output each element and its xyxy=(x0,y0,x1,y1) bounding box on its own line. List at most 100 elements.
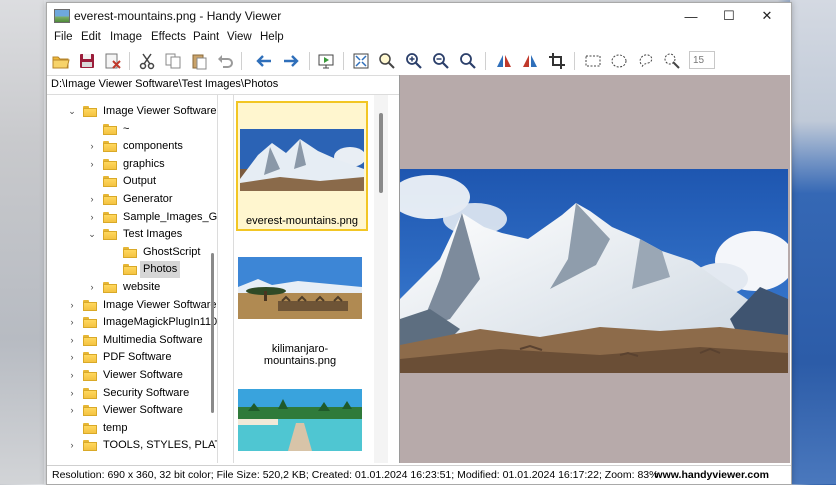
zoom-search-icon[interactable] xyxy=(376,50,398,72)
expand-chevron-icon[interactable]: › xyxy=(67,314,77,331)
path-bar[interactable]: D:\Image Viewer Software\Test Images\Pho… xyxy=(47,75,399,95)
magic-wand-icon[interactable] xyxy=(661,50,683,72)
delete-icon[interactable] xyxy=(102,50,124,72)
rect-select-icon[interactable] xyxy=(582,50,604,72)
flip-vertical-icon[interactable] xyxy=(519,50,541,72)
expand-chevron-icon[interactable]: › xyxy=(67,402,77,419)
expand-chevron-icon[interactable]: › xyxy=(67,332,77,349)
minimize-button[interactable]: — xyxy=(673,3,709,29)
save-icon[interactable] xyxy=(76,50,98,72)
background-left xyxy=(0,0,44,484)
current-path: D:\Image Viewer Software\Test Images\Pho… xyxy=(51,78,279,90)
tree-item-label: Image Viewer Software xyxy=(103,105,217,117)
forward-arrow-icon[interactable] xyxy=(280,50,302,72)
expand-chevron-icon[interactable]: › xyxy=(67,297,77,314)
thumbnail-panel[interactable]: everest-mountains.png kilimanjaro-mounta… xyxy=(233,95,400,463)
thumbnail-item[interactable] xyxy=(236,363,364,463)
zoom-actual-icon[interactable] xyxy=(457,50,479,72)
tree-item-label: Sample_Images_Ge xyxy=(123,210,218,223)
expand-chevron-icon[interactable]: › xyxy=(67,437,77,454)
close-button[interactable]: ✕ xyxy=(749,3,785,29)
menu-edit[interactable]: Edit xyxy=(81,31,101,43)
thumbnail-item[interactable]: everest-mountains.png xyxy=(236,101,368,231)
app-icon xyxy=(54,9,70,23)
tree-scrollbar[interactable] xyxy=(211,253,214,413)
expand-chevron-icon[interactable]: › xyxy=(67,385,77,402)
menu-paint[interactable]: Paint xyxy=(193,31,219,43)
menu-help[interactable]: Help xyxy=(260,31,284,43)
kilimanjaro-thumbnail-image xyxy=(238,257,362,319)
menu-file[interactable]: File xyxy=(54,31,73,43)
folder-icon xyxy=(103,282,117,293)
open-folder-icon[interactable] xyxy=(50,50,72,72)
tree-item-label: Output xyxy=(123,175,157,188)
menu-bar: File Edit Image Effects Paint View Help xyxy=(47,29,791,47)
title-bar: everest-mountains.png - Handy Viewer — ☐… xyxy=(47,3,791,29)
folder-icon xyxy=(83,317,97,329)
folder-icon xyxy=(83,370,97,381)
expand-chevron-icon[interactable]: › xyxy=(87,191,97,208)
tree-item-label: components xyxy=(123,140,183,153)
zoom-in-icon[interactable] xyxy=(403,50,425,72)
everest-main-image xyxy=(400,169,788,373)
folder-icon xyxy=(83,405,97,417)
fit-window-icon[interactable] xyxy=(350,50,372,72)
folder-icon xyxy=(83,299,97,311)
image-viewer[interactable] xyxy=(399,75,790,463)
collapse-chevron-icon[interactable]: ⌄ xyxy=(67,103,77,120)
thumbnail-scrollbar[interactable] xyxy=(379,113,383,193)
copy-icon[interactable] xyxy=(162,50,184,72)
back-arrow-icon[interactable] xyxy=(253,50,275,72)
zoom-out-icon[interactable] xyxy=(430,50,452,72)
folder-icon xyxy=(83,352,97,364)
expand-chevron-icon[interactable]: › xyxy=(87,156,97,173)
tree-item-label: GhostScript xyxy=(143,245,201,258)
expand-chevron-icon[interactable]: › xyxy=(87,279,97,296)
crop-icon[interactable] xyxy=(546,50,568,72)
beach-thumbnail-image xyxy=(238,389,362,451)
tree-item-label: Generator xyxy=(123,193,173,205)
undo-icon[interactable] xyxy=(214,50,236,72)
maximize-button[interactable]: ☐ xyxy=(711,3,747,29)
folder-icon xyxy=(103,123,117,135)
folder-icon xyxy=(103,229,117,241)
tree-item-label: website xyxy=(123,281,161,293)
folder-icon xyxy=(83,106,97,117)
tree-item-label: Viewer Software xyxy=(103,369,183,381)
tree-item-label: graphics xyxy=(123,157,165,170)
tree-item-label: Test Images xyxy=(123,228,183,241)
slideshow-icon[interactable] xyxy=(315,50,337,72)
tree-item-label: PDF Software xyxy=(103,351,172,364)
folder-icon xyxy=(103,176,117,188)
website-link[interactable]: www.handyviewer.com xyxy=(654,469,769,481)
tree-item-label: Viewer Software xyxy=(103,404,183,417)
tree-item-label: temp xyxy=(103,421,128,434)
background-right xyxy=(790,0,836,484)
flip-horizontal-icon[interactable] xyxy=(493,50,515,72)
folder-icon xyxy=(123,264,137,276)
tree-item-label: ~ xyxy=(123,122,130,135)
tolerance-input[interactable]: 15 xyxy=(689,51,715,69)
menu-image[interactable]: Image xyxy=(110,31,142,43)
app-window: everest-mountains.png - Handy Viewer — ☐… xyxy=(46,2,792,485)
tree-item-label: ImageMagickPlugIn1100 xyxy=(103,316,218,329)
menu-effects[interactable]: Effects xyxy=(151,31,186,43)
ellipse-select-icon[interactable] xyxy=(608,50,630,72)
thumbnail-item[interactable]: kilimanjaro-mountains.png xyxy=(236,231,364,367)
everest-thumbnail-image xyxy=(240,129,364,191)
tree-item-label: TOOLS, STYLES, PLATF xyxy=(103,439,218,452)
collapse-chevron-icon[interactable]: ⌄ xyxy=(87,226,97,243)
expand-chevron-icon[interactable]: › xyxy=(87,209,97,226)
folder-icon xyxy=(103,211,117,223)
lasso-select-icon[interactable] xyxy=(635,50,657,72)
expand-chevron-icon[interactable]: › xyxy=(67,367,77,384)
cut-icon[interactable] xyxy=(136,50,158,72)
menu-view[interactable]: View xyxy=(227,31,252,43)
folder-tree[interactable]: ⌄ Image Viewer Software ~ › components › graph… xyxy=(47,95,218,463)
expand-chevron-icon[interactable]: › xyxy=(67,349,77,366)
expand-chevron-icon[interactable]: › xyxy=(87,138,97,155)
paste-icon[interactable] xyxy=(188,50,210,72)
